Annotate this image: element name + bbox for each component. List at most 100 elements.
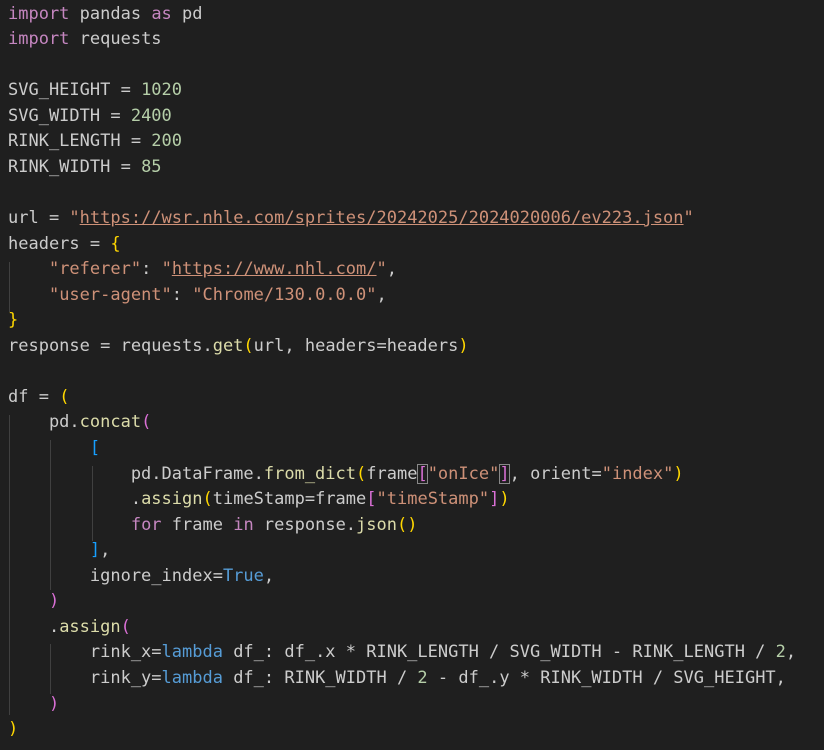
code-line-21-token-2: for [130, 515, 162, 535]
code-line-9-token-2: " [69, 208, 80, 228]
code-line-7-token-2: 85 [141, 157, 162, 177]
code-line-19-token-8: , orient= [509, 464, 602, 484]
code-line-9-token-4: " [683, 208, 694, 228]
code-line-25-token-3: ( [120, 617, 131, 637]
code-line-26-token-1: rink_x= [8, 642, 162, 662]
code-line-28-token-2: ) [48, 694, 60, 714]
code-line-26[interactable]: rink_x=lambda df_: df_.x * RINK_LENGTH /… [8, 640, 796, 665]
code-line-19-token-2: from_dict [263, 464, 356, 484]
code-line-1-token-1: import [8, 4, 70, 24]
code-line-16-token-1: df = [8, 387, 60, 407]
code-line-11-token-6: " [376, 259, 387, 279]
code-line-9[interactable]: url = "https://wsr.nhle.com/sprites/2024… [8, 206, 694, 231]
code-line-12-token-5: , [376, 285, 387, 305]
code-line-11-token-1 [8, 259, 49, 279]
code-line-23[interactable]: ignore_index=True, [8, 564, 274, 589]
code-line-29[interactable]: ) [8, 717, 18, 742]
code-line-27-token-5: - df_.y * RINK_WIDTH / SVG_HEIGHT, [427, 668, 786, 688]
code-line-19[interactable]: pd.DataFrame.from_dict(frame["onIce"], o… [8, 462, 684, 487]
code-line-20-token-5: [ [366, 489, 377, 509]
code-line-22[interactable]: ], [8, 538, 111, 563]
code-line-11[interactable]: "referer": "https://www.nhl.com/", [8, 257, 397, 282]
code-line-20-token-1: . [8, 489, 142, 509]
code-line-21-token-5: response. [253, 515, 357, 535]
code-line-26-token-5: , [785, 642, 797, 662]
code-line-11-token-5[interactable]: https://www.nhl.com/ [172, 259, 377, 279]
code-line-14-token-2: get [212, 336, 244, 356]
code-line-1[interactable]: import pandas as pd [8, 2, 203, 27]
code-line-27[interactable]: rink_y=lambda df_: RINK_WIDTH / 2 - df_.… [8, 666, 786, 691]
code-line-21-token-1 [8, 515, 131, 535]
code-line-19-token-6: "onIce" [427, 464, 500, 484]
code-line-9-token-1: url = [8, 208, 70, 228]
code-line-17-token-3: ( [141, 412, 152, 432]
code-line-20-token-8: ) [499, 489, 510, 509]
code-line-23-token-2: True [222, 566, 264, 586]
code-line-6-token-1: RINK_LENGTH = [8, 131, 152, 151]
code-line-20-token-4: timeStamp=frame [212, 489, 367, 509]
code-line-10[interactable]: headers = { [8, 232, 121, 257]
code-line-25-token-1: . [8, 617, 60, 637]
code-line-12-token-3: : [171, 285, 193, 305]
code-line-26-token-3: df_: df_.x * RINK_LENGTH / SVG_WIDTH - R… [222, 642, 776, 662]
code-line-19-token-3: ( [356, 464, 367, 484]
code-line-19-token-10: ) [673, 464, 684, 484]
code-line-5-token-1: SVG_WIDTH = [8, 106, 131, 126]
code-line-11-token-7: , [386, 259, 398, 279]
code-line-28[interactable]: ) [8, 692, 59, 717]
code-line-14[interactable]: response = requests.get(url, headers=hea… [8, 334, 469, 359]
code-line-22-token-1 [8, 540, 90, 560]
code-line-13-token-1: } [8, 310, 19, 330]
code-line-1-token-3: as [151, 4, 172, 24]
code-line-20-token-2: assign [141, 489, 203, 509]
code-line-17[interactable]: pd.concat( [8, 410, 151, 435]
code-line-4[interactable]: SVG_HEIGHT = 1020 [8, 78, 182, 103]
code-line-25[interactable]: .assign( [8, 615, 131, 640]
code-line-19-token-4: frame [366, 464, 418, 484]
code-line-12-token-1 [8, 285, 49, 305]
code-line-10-token-1: headers = [8, 234, 111, 254]
code-line-2-token-2: requests [69, 29, 162, 49]
code-line-21[interactable]: for frame in response.json() [8, 513, 418, 538]
code-line-5-token-2: 2400 [130, 106, 172, 126]
code-line-23-token-3: , [263, 566, 275, 586]
code-line-22-token-3: , [100, 540, 111, 560]
code-line-7[interactable]: RINK_WIDTH = 85 [8, 155, 162, 180]
code-line-4-token-1: SVG_HEIGHT = [8, 80, 142, 100]
code-line-14-token-4: url, headers=headers [253, 336, 459, 356]
code-line-11-token-4: " [161, 259, 172, 279]
code-line-28-token-1 [8, 694, 49, 714]
code-line-9-token-3[interactable]: https://wsr.nhle.com/sprites/20242025/20… [80, 208, 684, 228]
code-line-29-token-1: ) [8, 719, 19, 739]
code-line-21-token-7: () [397, 515, 418, 535]
code-line-20-token-7: ] [489, 489, 500, 509]
code-line-21-token-6: json [356, 515, 397, 535]
code-line-5[interactable]: SVG_WIDTH = 2400 [8, 104, 172, 129]
code-line-12[interactable]: "user-agent": "Chrome/130.0.0.0", [8, 283, 387, 308]
code-line-19-token-7: ] [499, 464, 510, 484]
code-line-13[interactable]: } [8, 308, 18, 333]
code-line-23-token-1: ignore_index= [8, 566, 223, 586]
code-line-7-token-1: RINK_WIDTH = [8, 157, 142, 177]
code-line-11-token-3: : [141, 259, 162, 279]
code-line-1-token-4: pd [171, 4, 203, 24]
code-line-16[interactable]: df = ( [8, 385, 69, 410]
code-line-2[interactable]: import requests [8, 27, 162, 52]
code-line-19-token-1: pd.DataFrame. [8, 464, 264, 484]
code-line-18[interactable]: [ [8, 436, 100, 461]
code-line-27-token-4: 2 [417, 668, 428, 688]
code-line-26-token-4: 2 [775, 642, 786, 662]
code-line-17-token-1: pd. [8, 412, 80, 432]
code-line-14-token-1: response = requests. [8, 336, 213, 356]
code-line-12-token-2: "user-agent" [48, 285, 172, 305]
code-line-19-token-5: [ [417, 464, 428, 484]
code-line-24[interactable]: ) [8, 589, 59, 614]
code-line-14-token-3: ( [243, 336, 254, 356]
code-line-20-token-3: ( [202, 489, 213, 509]
code-editor[interactable]: import pandas as pd import requests SVG_… [0, 0, 824, 750]
code-line-6[interactable]: RINK_LENGTH = 200 [8, 129, 182, 154]
code-line-14-token-5: ) [458, 336, 469, 356]
code-line-17-token-2: concat [79, 412, 142, 432]
code-line-24-token-1 [8, 591, 49, 611]
code-line-20[interactable]: .assign(timeStamp=frame["timeStamp"]) [8, 487, 510, 512]
